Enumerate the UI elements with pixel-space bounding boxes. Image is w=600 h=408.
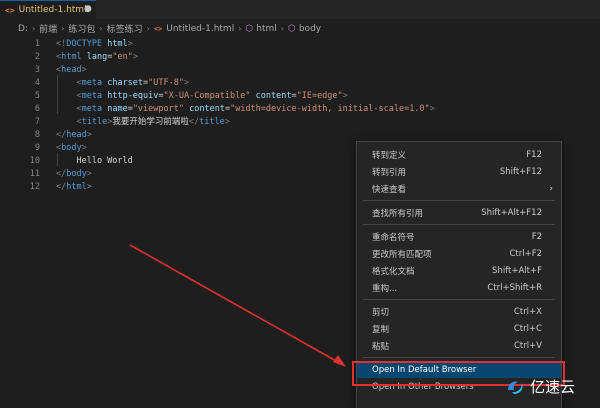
watermark-text: 亿速云 xyxy=(530,377,576,396)
annotation-arrow xyxy=(129,244,346,367)
arrow-head xyxy=(333,355,346,367)
watermark-logo-icon xyxy=(508,381,523,394)
arrow-shaft xyxy=(129,244,339,363)
watermark: 亿速云 xyxy=(504,372,575,400)
